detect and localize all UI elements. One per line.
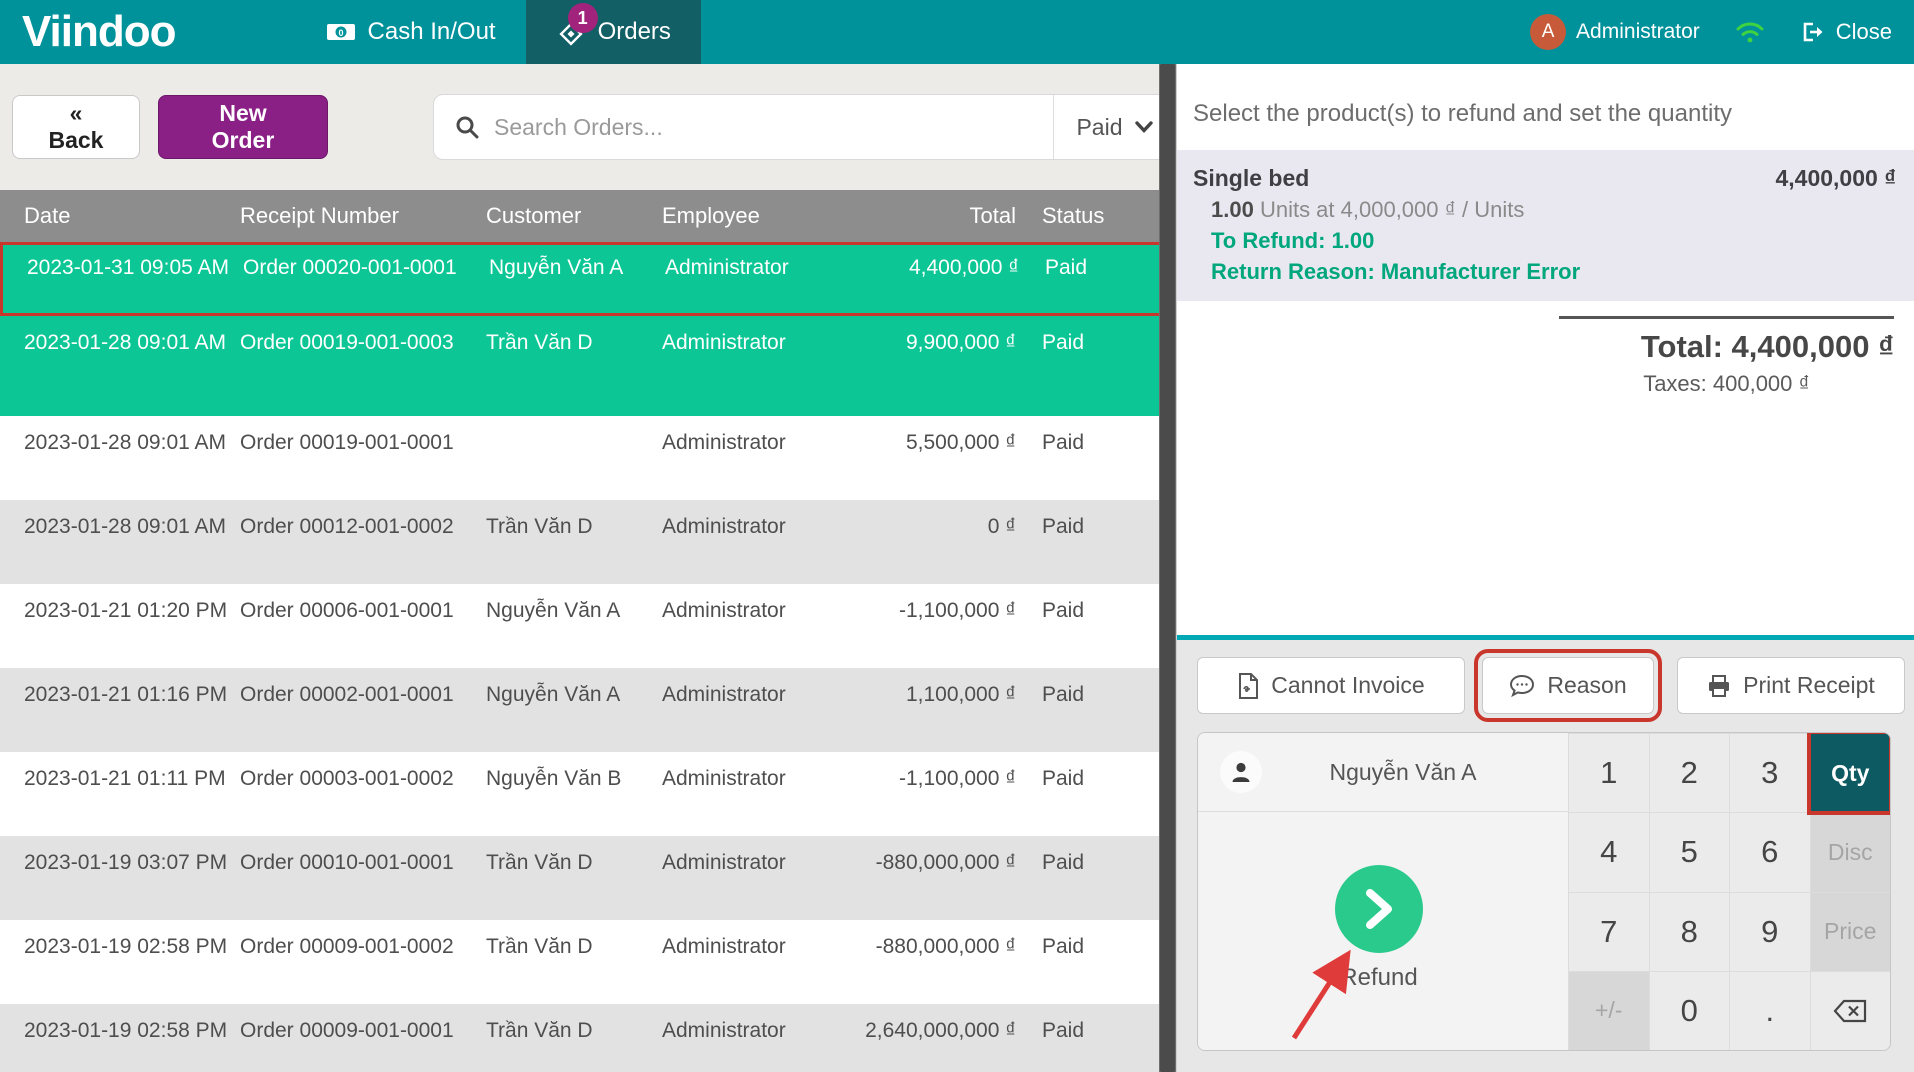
numpad-key-1[interactable]: 1 bbox=[1568, 733, 1649, 812]
orders-list-scrollbar[interactable] bbox=[1159, 64, 1176, 1072]
orders-table-header: Date Receipt Number Customer Employee To… bbox=[0, 190, 1176, 242]
numpad-panel: Nguyễn Văn A Refund 1 2 3 Qty 4 5 6 Disc… bbox=[1197, 732, 1891, 1051]
customer-button[interactable]: Nguyễn Văn A bbox=[1198, 733, 1568, 812]
column-header-customer: Customer bbox=[486, 203, 654, 229]
user-avatar: A bbox=[1530, 14, 1566, 50]
cannot-invoice-label: Cannot Invoice bbox=[1271, 672, 1424, 699]
backspace-icon bbox=[1833, 999, 1867, 1023]
product-unit-price: Units at 4,000,000 ₫ / Units bbox=[1254, 197, 1525, 222]
product-qty: 1.00 bbox=[1211, 197, 1254, 222]
user-name: Administrator bbox=[1576, 20, 1700, 44]
top-header: Viindoo 0 Cash In/Out 1 Orders A Adminis… bbox=[0, 0, 1914, 64]
chevron-down-icon bbox=[1135, 121, 1153, 133]
numpad-key-plusminus: +/- bbox=[1568, 971, 1649, 1050]
search-orders-input[interactable] bbox=[494, 114, 1053, 141]
invoice-file-icon bbox=[1237, 673, 1259, 699]
refund-action-area: Refund bbox=[1198, 812, 1568, 1050]
column-header-total: Total bbox=[828, 203, 1016, 229]
order-row[interactable]: 2023-01-19 02:58 PM Order 00009-001-0002… bbox=[0, 920, 1176, 1004]
status-filter-dropdown[interactable]: Paid bbox=[1053, 95, 1175, 159]
back-button[interactable]: « Back bbox=[12, 95, 140, 159]
banknote-icon: 0 bbox=[326, 21, 356, 43]
nav-cash-label: Cash In/Out bbox=[368, 18, 496, 46]
numpad-key-4[interactable]: 4 bbox=[1568, 812, 1649, 891]
customer-person-icon bbox=[1220, 751, 1262, 793]
cannot-invoice-button[interactable]: Cannot Invoice bbox=[1197, 657, 1465, 714]
reason-button[interactable]: Reason bbox=[1482, 657, 1654, 714]
column-header-date: Date bbox=[24, 203, 232, 229]
numpad-key-6[interactable]: 6 bbox=[1729, 812, 1810, 891]
orders-list-panel: « Back New Order Paid Date Receipt Numbe… bbox=[0, 64, 1176, 1072]
numpad-key-7[interactable]: 7 bbox=[1568, 892, 1649, 971]
refund-orderline[interactable]: Single bed 4,400,000 ₫ 1.00 Units at 4,0… bbox=[1177, 150, 1914, 301]
customer-name: Nguyễn Văn A bbox=[1278, 759, 1568, 786]
numpad-key-decimal[interactable]: . bbox=[1729, 971, 1810, 1050]
to-refund-line: To Refund: 1.00 bbox=[1211, 225, 1896, 256]
nav-cash-in-out[interactable]: 0 Cash In/Out bbox=[296, 0, 526, 64]
close-label: Close bbox=[1836, 19, 1892, 45]
nav-orders-label: Orders bbox=[598, 18, 671, 46]
numpad-key-disc: Disc bbox=[1810, 812, 1891, 891]
new-order-button[interactable]: New Order bbox=[158, 95, 328, 159]
search-bar: Paid bbox=[433, 94, 1176, 160]
numpad-key-backspace[interactable] bbox=[1810, 971, 1891, 1050]
order-row[interactable]: 2023-01-21 01:20 PM Order 00006-001-0001… bbox=[0, 584, 1176, 668]
numpad-key-5[interactable]: 5 bbox=[1649, 812, 1730, 891]
column-header-employee: Employee bbox=[662, 203, 820, 229]
order-row-selected-annotated[interactable]: 2023-01-31 09:05 AM Order 00020-001-0001… bbox=[0, 242, 1176, 316]
product-price: 4,400,000 ₫ bbox=[1775, 162, 1896, 194]
numpad-key-qty[interactable]: Qty bbox=[1810, 733, 1891, 812]
print-receipt-button[interactable]: Print Receipt bbox=[1677, 657, 1905, 714]
numpad-key-0[interactable]: 0 bbox=[1649, 971, 1730, 1050]
total-divider bbox=[1559, 316, 1894, 319]
numpad-key-2[interactable]: 2 bbox=[1649, 733, 1730, 812]
order-row-selected[interactable]: 2023-01-28 09:01 AM Order 00019-001-0003… bbox=[0, 316, 1176, 416]
column-header-receipt: Receipt Number bbox=[240, 203, 478, 229]
refund-button[interactable] bbox=[1335, 865, 1423, 953]
order-row[interactable]: 2023-01-19 02:58 PM Order 00009-001-0001… bbox=[0, 1004, 1176, 1072]
user-menu[interactable]: A Administrator bbox=[1530, 14, 1700, 50]
chevron-right-icon bbox=[1362, 887, 1396, 931]
order-taxes: Taxes: 400,000 ₫ bbox=[1559, 371, 1894, 397]
logout-icon bbox=[1800, 20, 1826, 44]
svg-text:0: 0 bbox=[338, 28, 343, 38]
close-session-button[interactable]: Close bbox=[1800, 19, 1892, 45]
order-row[interactable]: 2023-01-19 03:07 PM Order 00010-001-0001… bbox=[0, 836, 1176, 920]
refund-label: Refund bbox=[1319, 964, 1439, 992]
refund-controls: Cannot Invoice Reason Print Receipt bbox=[1177, 640, 1914, 1072]
refund-detail-panel: Select the product(s) to refund and set … bbox=[1176, 64, 1914, 1072]
order-total: Total: 4,400,000 ₫ bbox=[1559, 329, 1894, 365]
column-header-status: Status bbox=[1024, 203, 1164, 229]
order-row[interactable]: 2023-01-21 01:11 PM Order 00003-001-0002… bbox=[0, 752, 1176, 836]
reason-label: Reason bbox=[1547, 672, 1626, 699]
printer-icon bbox=[1707, 674, 1731, 698]
nav-orders-tab[interactable]: 1 Orders bbox=[526, 0, 701, 64]
orders-icon: 1 bbox=[556, 17, 586, 47]
order-row[interactable]: 2023-01-28 09:01 AM Order 00012-001-0002… bbox=[0, 500, 1176, 584]
wifi-status-icon bbox=[1734, 20, 1766, 44]
print-receipt-label: Print Receipt bbox=[1743, 672, 1875, 699]
numpad-key-price: Price bbox=[1810, 892, 1891, 971]
viindoo-logo: Viindoo bbox=[22, 7, 176, 57]
orders-toolbar: « Back New Order Paid bbox=[0, 64, 1176, 190]
search-icon bbox=[454, 114, 480, 140]
speech-bubble-icon bbox=[1509, 674, 1535, 698]
order-row[interactable]: 2023-01-21 01:16 PM Order 00002-001-0001… bbox=[0, 668, 1176, 752]
numpad-key-8[interactable]: 8 bbox=[1649, 892, 1730, 971]
numpad-key-3[interactable]: 3 bbox=[1729, 733, 1810, 812]
order-row[interactable]: 2023-01-28 09:01 AM Order 00019-001-0001… bbox=[0, 416, 1176, 500]
refund-instruction: Select the product(s) to refund and set … bbox=[1177, 64, 1914, 150]
order-total-summary: Total: 4,400,000 ₫ Taxes: 400,000 ₫ bbox=[1559, 316, 1894, 397]
numpad-key-9[interactable]: 9 bbox=[1729, 892, 1810, 971]
scrollbar-thumb[interactable] bbox=[1160, 64, 1175, 1072]
orders-count-badge: 1 bbox=[568, 3, 598, 33]
header-right-group: A Administrator Close bbox=[1530, 14, 1892, 50]
status-filter-value: Paid bbox=[1076, 114, 1122, 141]
return-reason-line: Return Reason: Manufacturer Error bbox=[1211, 256, 1896, 287]
product-name: Single bed bbox=[1193, 162, 1309, 194]
